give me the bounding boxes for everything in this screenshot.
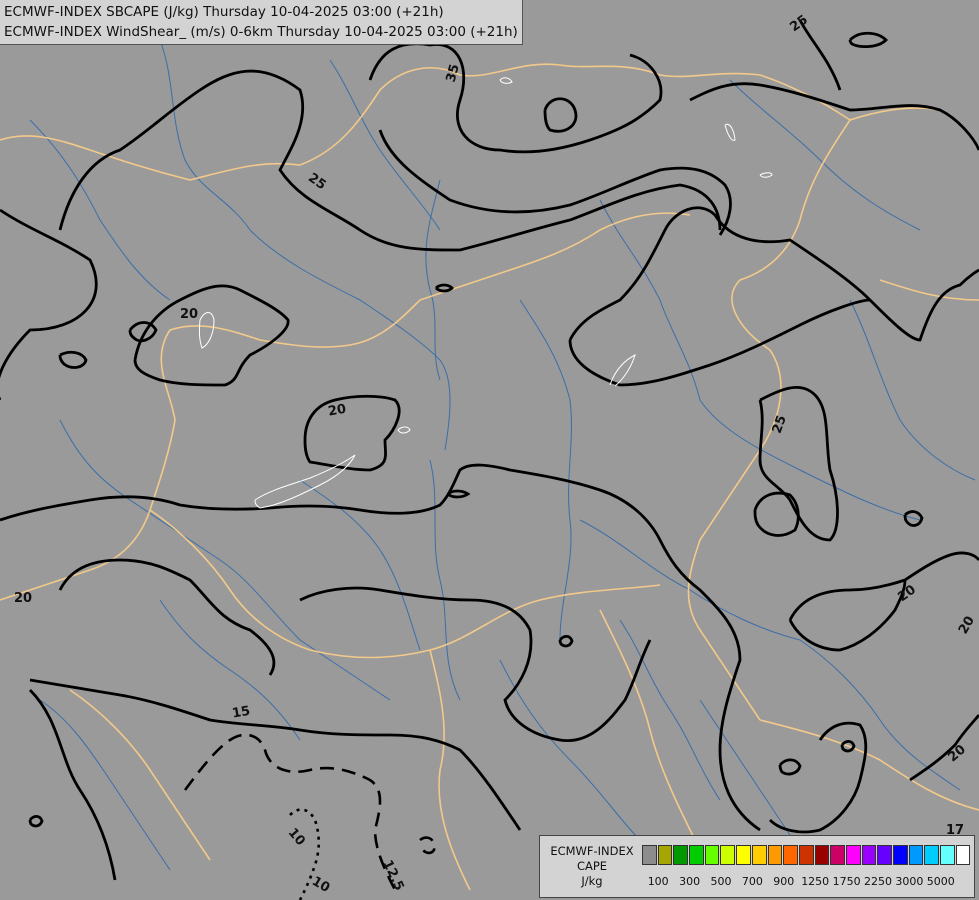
legend-tick-label: 700 (741, 875, 763, 888)
weather-map: 35 25 25 20 20 20 25 20 20 20 15 10 10 1… (0, 0, 979, 900)
legend-swatch (893, 845, 908, 865)
legend-tick-labels: 100 300 500 700 900 1250 1750 2250 3000 5000 (642, 875, 972, 889)
legend-swatch (908, 845, 924, 865)
legend-tick-label: 1250 (801, 875, 830, 888)
contour-label: 12.5 (379, 858, 406, 893)
legend-swatch (642, 845, 657, 865)
contour-label: 25 (770, 413, 790, 435)
contour-label: 25 (305, 171, 328, 194)
legend-swatch (940, 845, 955, 865)
legend-tick-label: 5000 (926, 875, 955, 888)
legend-swatch (673, 845, 689, 865)
legend-swatch (955, 845, 971, 865)
legend-swatch (689, 845, 704, 865)
legend-swatch (767, 845, 783, 865)
contour-label: 20 (14, 591, 32, 606)
legend-swatch (845, 845, 861, 865)
legend-tick-label: 2250 (864, 875, 892, 888)
title-line-cape: ECMWF-INDEX SBCAPE (J/kg) Thursday 10-04… (4, 4, 444, 20)
legend-model: ECMWF-INDEX (550, 844, 634, 858)
legend-swatch (751, 845, 767, 865)
legend-swatch (877, 845, 892, 865)
legend-swatch (830, 845, 845, 865)
legend-swatch (704, 845, 720, 865)
legend-tick-label: 900 (773, 875, 795, 888)
legend-swatch (736, 845, 751, 865)
rivers (29, 39, 976, 881)
contour-label: 20 (327, 402, 347, 420)
legend-swatch (798, 845, 814, 865)
contour-label: 20 (956, 614, 978, 637)
map-title: ECMWF-INDEX SBCAPE (J/kg) Thursday 10-04… (0, 0, 523, 45)
contour-label: 10 (309, 874, 332, 896)
cape-legend: ECMWF-INDEX CAPE J/kg 100 300 500 700 900 125… (539, 835, 975, 898)
legend-unit: J/kg (581, 874, 603, 888)
legend-swatch (657, 845, 673, 865)
legend-swatch (924, 845, 940, 865)
contour-label: 15 (231, 704, 251, 722)
legend-swatch (861, 845, 877, 865)
legend-title: ECMWF-INDEX CAPE J/kg (544, 844, 640, 889)
contour-label: 20 (945, 742, 969, 765)
legend-swatch (814, 845, 830, 865)
title-line-windshear: ECMWF-INDEX WindShear_ (m/s) 0-6km Thurs… (4, 24, 518, 40)
legend-tick-label: 500 (710, 875, 732, 888)
legend-tick-label: 100 (647, 875, 669, 888)
legend-tick-label: 300 (679, 875, 701, 888)
map-canvas: 35 25 25 20 20 20 25 20 20 20 15 10 10 1… (0, 12, 979, 900)
legend-color-bar (642, 845, 971, 865)
contour-label: 20 (180, 307, 198, 322)
legend-variable: CAPE (576, 859, 608, 873)
legend-tick-label: 1750 (832, 875, 861, 888)
legend-swatch (720, 845, 736, 865)
legend-swatch (783, 845, 798, 865)
legend-tick-label: 3000 (895, 875, 924, 888)
contour-label: 10 (285, 825, 308, 849)
contour-label: 35 (444, 63, 463, 84)
cape-cells (198, 77, 773, 509)
